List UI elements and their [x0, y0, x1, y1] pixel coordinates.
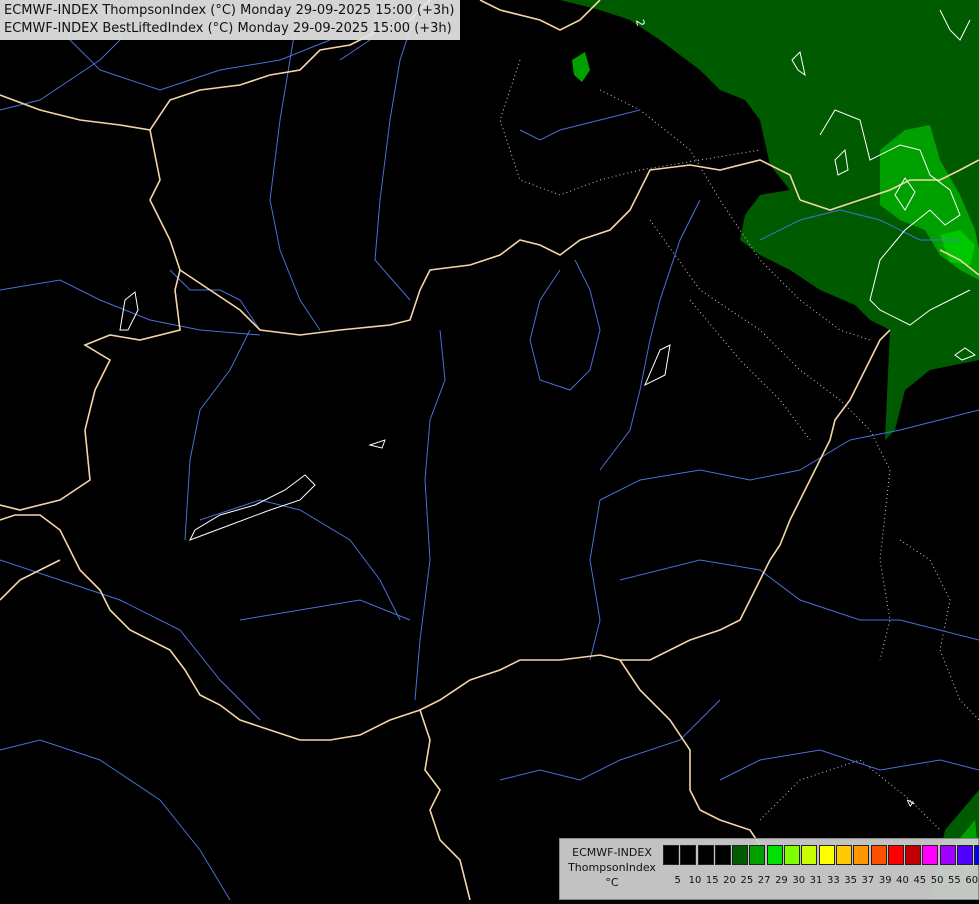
legend-swatch: [784, 845, 801, 865]
legend-tick-label: 20: [723, 875, 736, 886]
legend-tick-label: 27: [757, 875, 771, 886]
legend-label: ECMWF-INDEX ThompsonIndex °C: [562, 845, 662, 890]
legend-swatch: [749, 845, 766, 865]
legend-tick-label: 50: [930, 875, 944, 886]
legend-swatch: [818, 845, 835, 865]
legend-model: ECMWF-INDEX: [572, 846, 652, 859]
legend-tick-label: 40: [896, 875, 909, 886]
legend-tick-label: 15: [705, 875, 719, 886]
legend-swatch: [732, 845, 749, 865]
legend-tick-label: 29: [775, 875, 788, 886]
legend-tick-label: 31: [809, 875, 823, 886]
title-line-lifted: ECMWF-INDEX BestLiftedIndex (°C) Monday …: [4, 21, 452, 36]
legend-swatch: [680, 845, 697, 865]
legend-swatch: [922, 845, 939, 865]
legend-swatch: [714, 845, 731, 865]
legend-swatch: [870, 845, 887, 865]
legend-swatch: [801, 845, 818, 865]
color-legend: ECMWF-INDEX ThompsonIndex °C 5 10 15 20 25 27…: [559, 838, 979, 900]
legend-swatch: [766, 845, 783, 865]
map-title-box: ECMWF-INDEX ThompsonIndex (°C) Monday 29…: [0, 0, 461, 40]
legend-tick-label: 35: [844, 875, 857, 886]
legend-swatch: [697, 845, 714, 865]
legend-swatches: [663, 845, 979, 865]
legend-swatch: [974, 845, 979, 865]
title-line-thompson: ECMWF-INDEX ThompsonIndex (°C) Monday 29…: [4, 3, 455, 18]
weather-map: 2 4: [0, 0, 979, 901]
legend-tick-label: 25: [740, 875, 754, 886]
legend-tick-label: 37: [861, 875, 875, 886]
legend-tick-label: 55: [948, 875, 961, 886]
contour-label-bottom: 4: [903, 797, 918, 810]
legend-swatch: [905, 845, 922, 865]
legend-tick-label: 33: [826, 875, 840, 886]
legend-swatch: [663, 845, 679, 865]
legend-parameter: ThompsonIndex: [568, 861, 656, 874]
legend-tick-label: 60: [965, 875, 979, 886]
legend-swatch: [853, 845, 870, 865]
legend-tick-label: 39: [878, 875, 892, 886]
legend-ticks: 5 10 15 20 25 27 29 30 31 33 35 37 39 40 45 50 55 60: [669, 875, 979, 886]
legend-swatch: [835, 845, 852, 865]
legend-tick-label: 10: [688, 875, 702, 886]
legend-tick-label: 30: [792, 875, 806, 886]
index-field-small-patch: [572, 52, 590, 82]
legend-unit: °C: [605, 876, 619, 889]
legend-swatch: [939, 845, 956, 865]
legend-tick-label: 5: [674, 875, 681, 886]
map-canvas: 2 4: [0, 0, 979, 901]
legend-swatch: [957, 845, 974, 865]
legend-tick-label: 45: [913, 875, 927, 886]
legend-swatch: [887, 845, 904, 865]
